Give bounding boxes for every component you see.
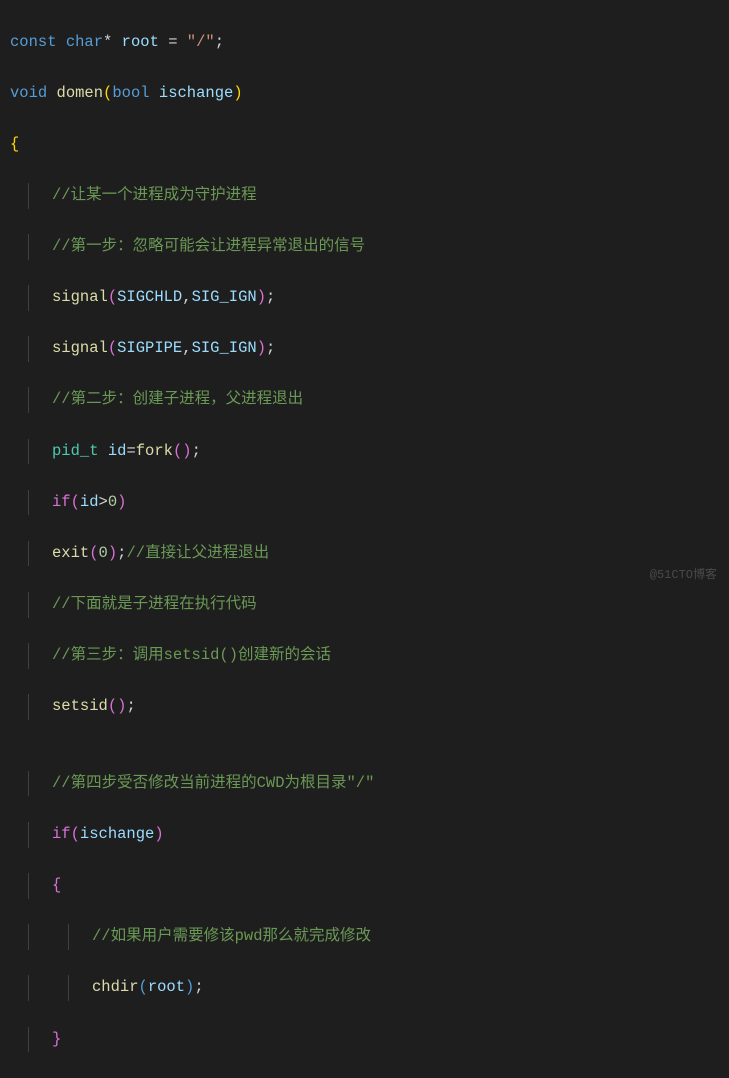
- code-line: //第四步受否修改当前进程的CWD为根目录"/": [10, 771, 729, 797]
- code-line: {: [10, 132, 729, 158]
- watermark: @51CTO博客: [650, 566, 717, 586]
- code-line: }: [10, 1027, 729, 1053]
- code-line: //第二步：创建子进程，父进程退出: [10, 387, 729, 413]
- code-line: const char* root = "/";: [10, 30, 729, 56]
- code-line: //如果用户需要修该pwd那么就完成修改: [10, 924, 729, 950]
- code-line: signal(SIGPIPE,SIG_IGN);: [10, 336, 729, 362]
- code-line: //第一步：忽略可能会让进程异常退出的信号: [10, 234, 729, 260]
- code-line: setsid();: [10, 694, 729, 720]
- code-editor[interactable]: const char* root = "/"; void domen(bool …: [0, 4, 729, 1078]
- code-line: exit(0);//直接让父进程退出: [10, 541, 729, 567]
- code-line: signal(SIGCHLD,SIG_IGN);: [10, 285, 729, 311]
- code-line: {: [10, 873, 729, 899]
- code-line: void domen(bool ischange): [10, 81, 729, 107]
- code-line: //让某一个进程成为守护进程: [10, 183, 729, 209]
- code-line: if(ischange): [10, 822, 729, 848]
- code-line: pid_t id=fork();: [10, 439, 729, 465]
- code-line: chdir(root);: [10, 975, 729, 1001]
- code-line: //第三步：调用setsid()创建新的会话: [10, 643, 729, 669]
- code-line: if(id>0): [10, 490, 729, 516]
